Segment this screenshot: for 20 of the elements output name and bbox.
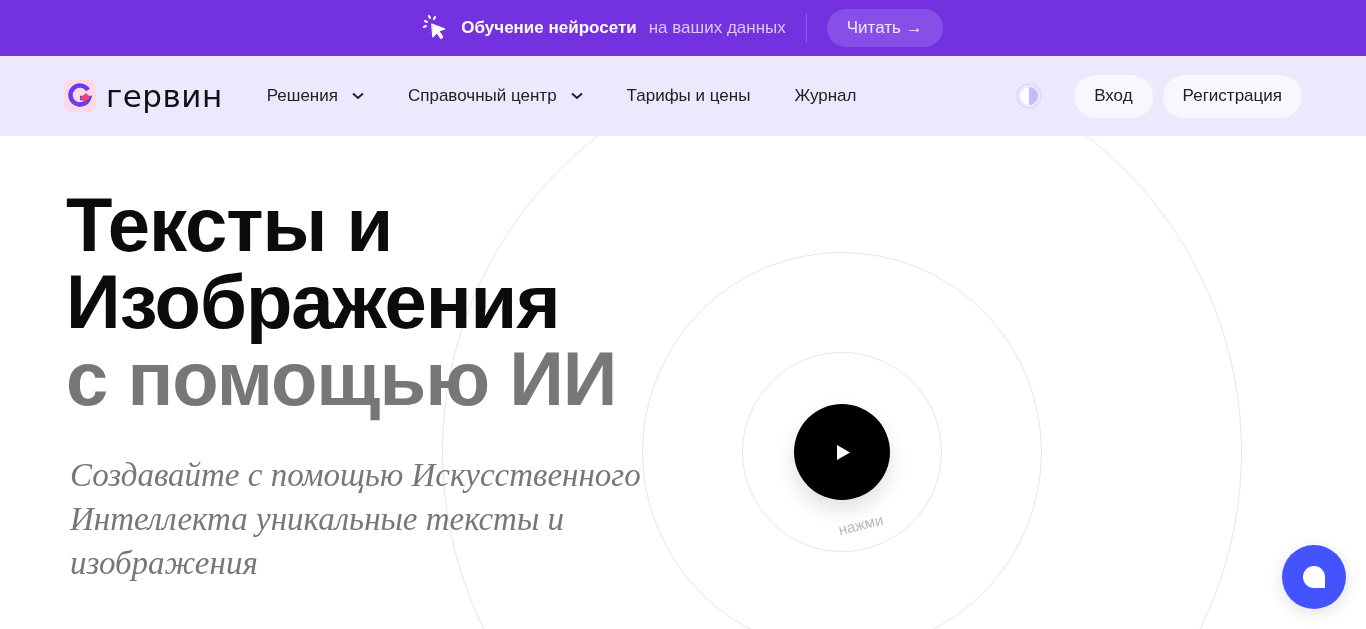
banner-subtitle: на ваших данных — [648, 18, 786, 38]
play-icon — [837, 444, 850, 460]
play-caption: нажми — [836, 510, 885, 539]
logo-text: гервин — [106, 78, 223, 114]
nav-link[interactable]: Справочный центр — [407, 86, 583, 106]
nav-link[interactable]: Решения — [266, 86, 364, 106]
chat-button[interactable] — [1282, 545, 1346, 609]
read-button[interactable]: Читать → — [826, 9, 943, 47]
banner-title: Обучение нейросети — [461, 18, 637, 38]
nav-link[interactable]: Журнал — [794, 86, 857, 106]
chat-bubble-icon — [1302, 565, 1326, 589]
logo-icon — [64, 80, 96, 112]
hero-title: Тексты и — [66, 186, 393, 263]
nav-link[interactable]: Тарифы и цены — [626, 86, 751, 106]
theme-toggle-icon[interactable] — [1016, 83, 1043, 109]
hero-subtitle: Создавайте с помощью Искусственного Интеллекта уникальные тексты и изображения — [70, 456, 642, 583]
register-button[interactable]: Регистрация — [1162, 74, 1302, 118]
login-button[interactable]: Вход — [1074, 74, 1153, 118]
chevron-down-icon — [570, 92, 583, 100]
chevron-down-icon — [351, 92, 364, 100]
